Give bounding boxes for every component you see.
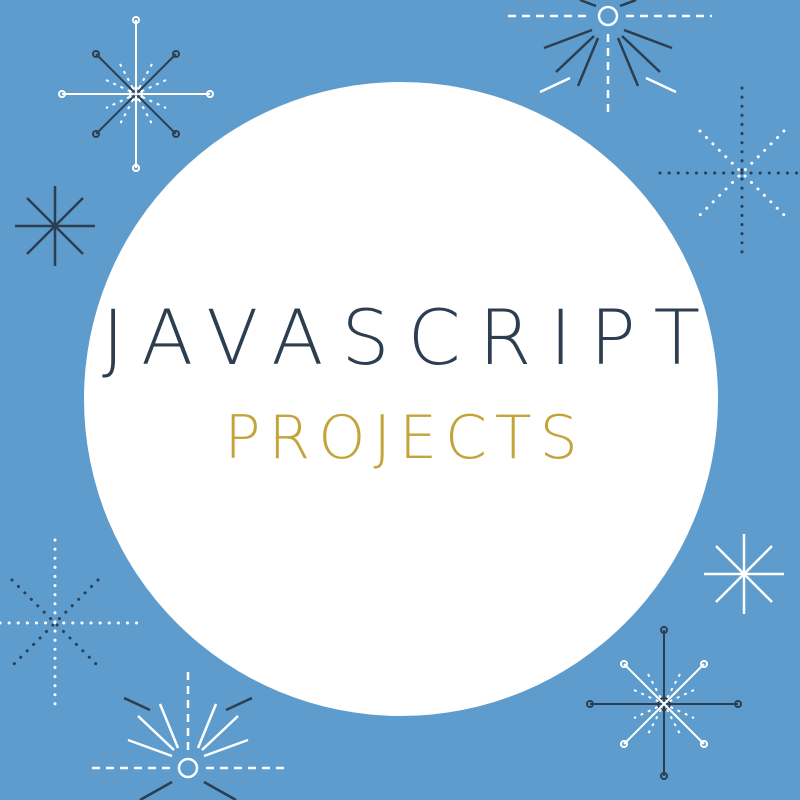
burst-star-icon bbox=[58, 16, 214, 172]
firework-icon bbox=[92, 672, 290, 800]
poster-subtitle: PROJECTS bbox=[224, 403, 586, 473]
asterisk-icon bbox=[15, 186, 95, 266]
center-circle bbox=[84, 82, 718, 716]
poster-canvas: JAVASCRIPT PROJECTS bbox=[0, 0, 800, 800]
dotted-star-icon bbox=[0, 538, 142, 708]
starburst-icon bbox=[586, 626, 742, 780]
poster-title: JAVASCRIPT bbox=[102, 293, 719, 382]
sparkle-icon bbox=[704, 534, 784, 614]
dotted-star-icon bbox=[658, 86, 800, 260]
firework-icon bbox=[508, 0, 712, 118]
